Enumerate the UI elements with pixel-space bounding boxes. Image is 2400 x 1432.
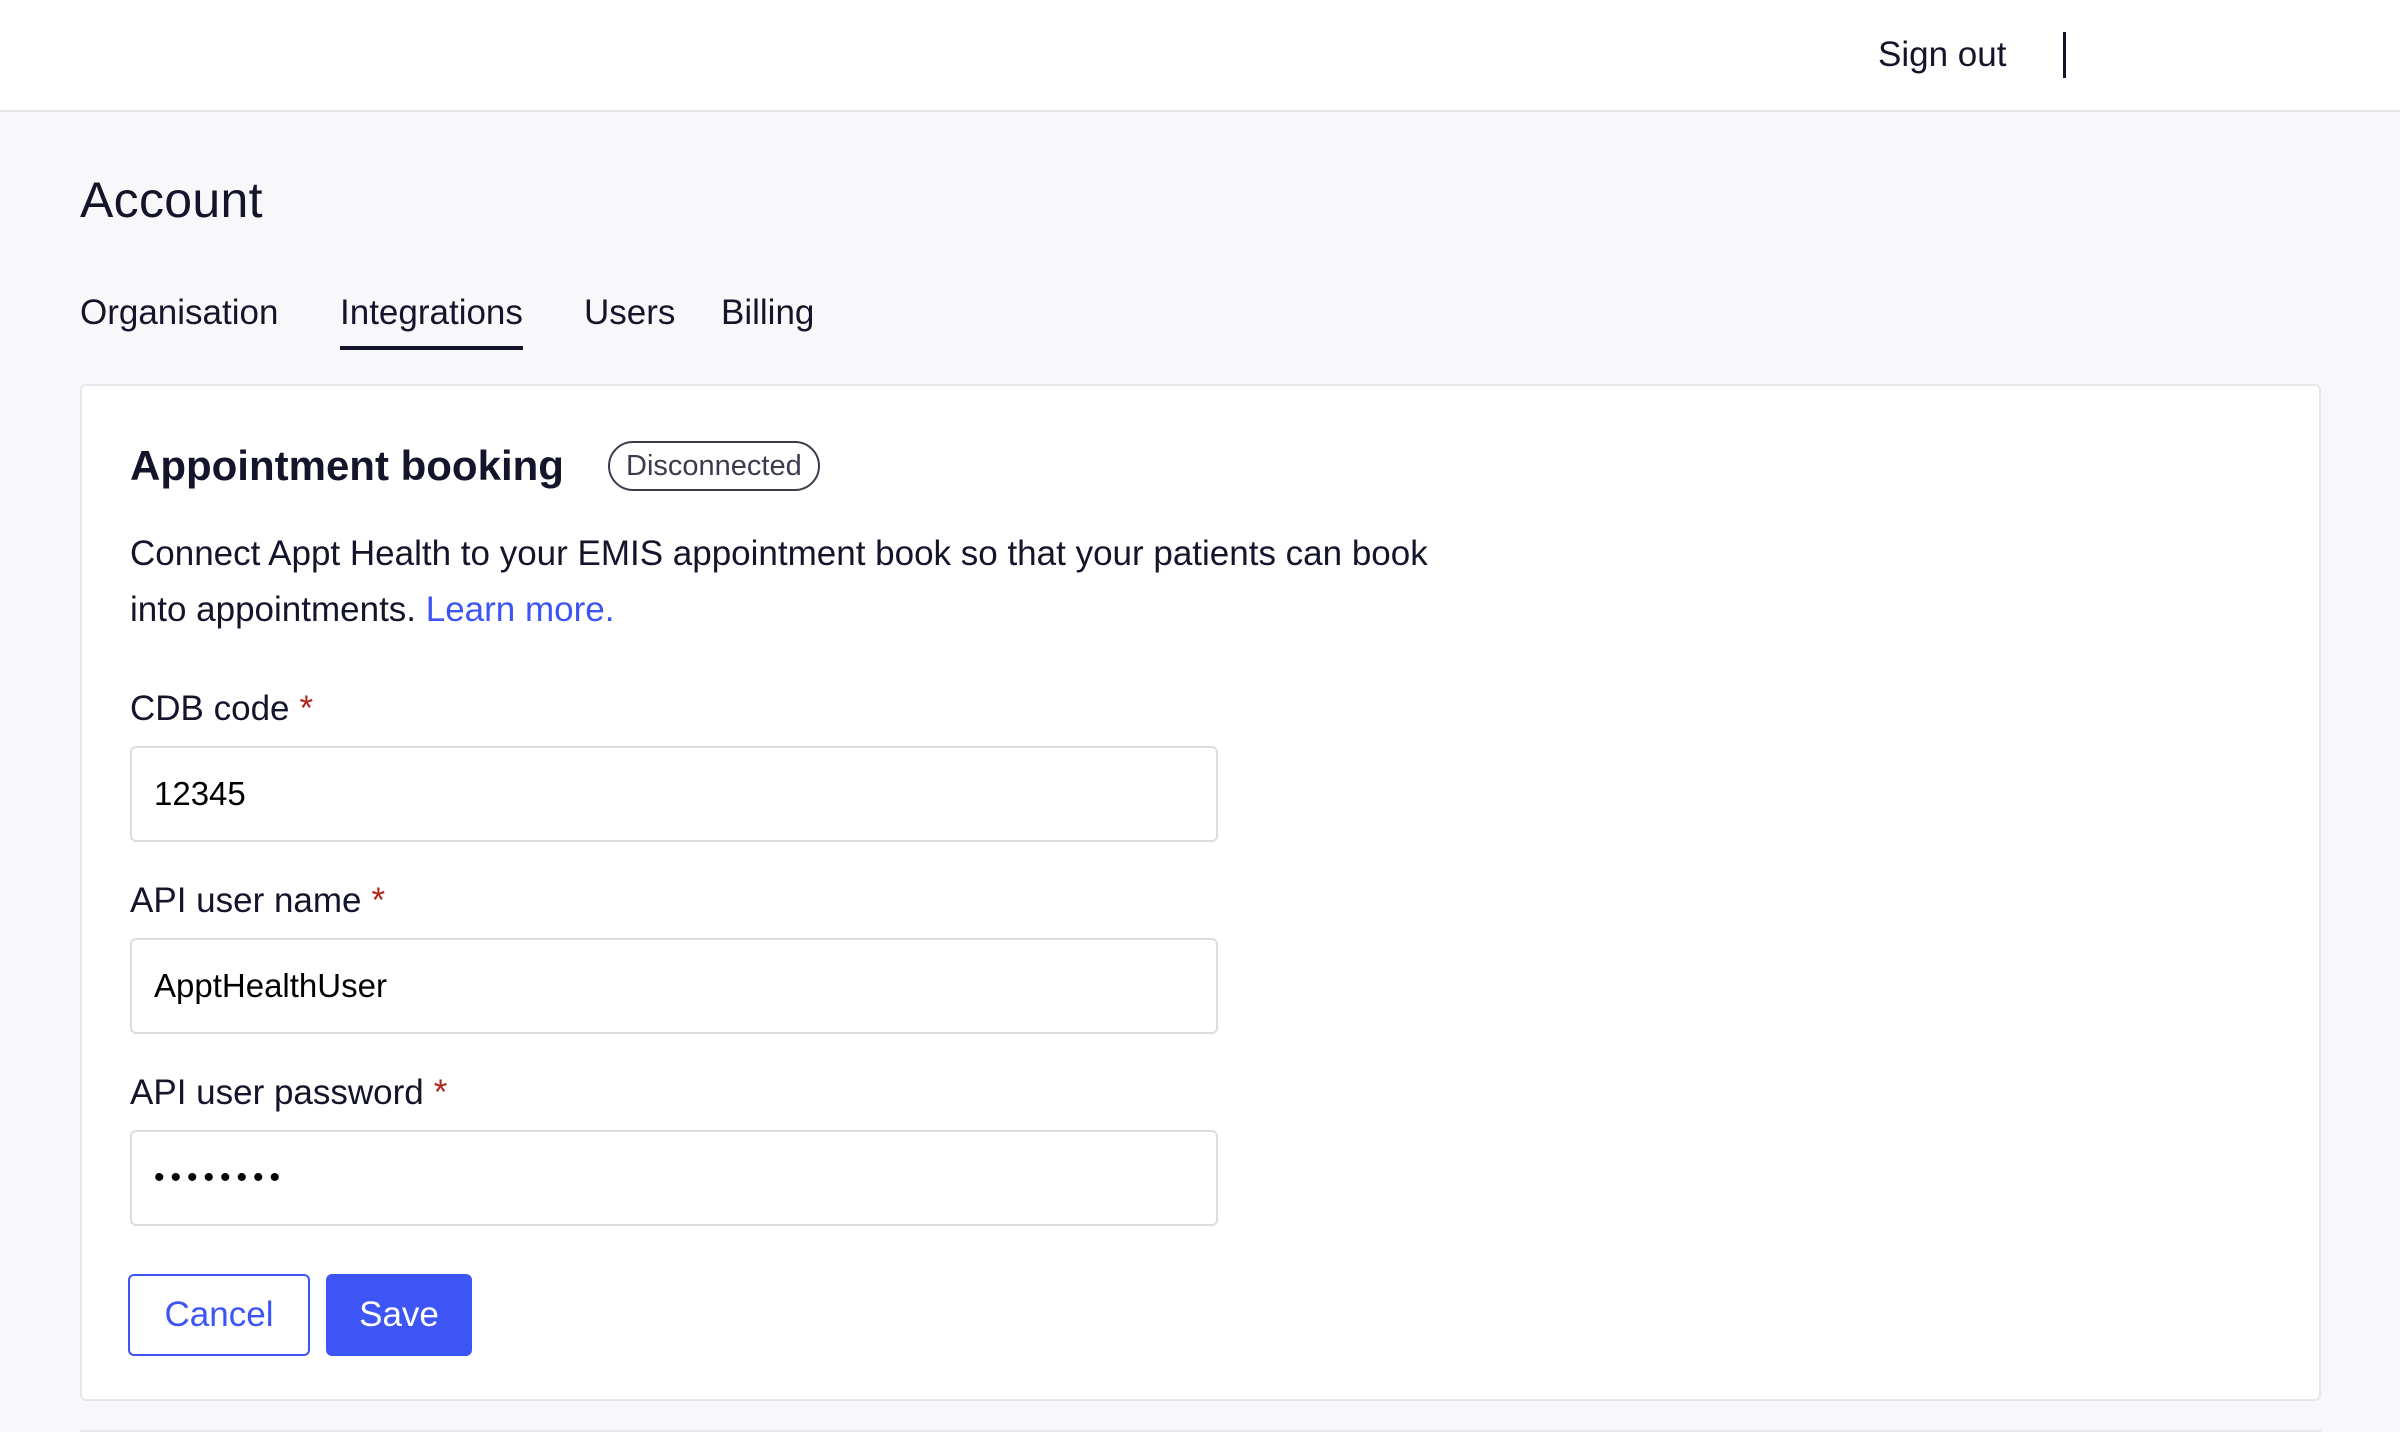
cdb-code-label-text: CDB code [130, 689, 290, 728]
tab-integrations[interactable]: Integrations [340, 288, 523, 354]
cancel-button[interactable]: Cancel [128, 1274, 310, 1356]
cdb-code-label: CDB code * [130, 684, 313, 734]
status-badge: Disconnected [608, 441, 820, 491]
appointment-booking-card: Appointment booking Disconnected Connect… [80, 384, 2321, 1401]
api-user-password-input[interactable] [130, 1130, 1218, 1226]
required-asterisk: * [371, 881, 386, 920]
save-button[interactable]: Save [326, 1274, 472, 1356]
section-title: Appointment booking [130, 442, 564, 489]
api-user-name-input[interactable] [130, 938, 1218, 1034]
api-user-password-label-text: API user password [130, 1073, 424, 1112]
tab-users[interactable]: Users [584, 288, 675, 354]
header-divider [2063, 32, 2066, 78]
account-tabs: Organisation Integrations Users Billing [80, 288, 880, 354]
top-bar: Sign out [0, 0, 2400, 112]
description-text: Connect Appt Health to your EMIS appoint… [130, 534, 1428, 629]
tab-organisation[interactable]: Organisation [80, 288, 278, 354]
api-user-password-label: API user password * [130, 1068, 447, 1118]
api-user-name-label: API user name * [130, 876, 385, 926]
api-user-name-label-text: API user name [130, 881, 362, 920]
tab-billing[interactable]: Billing [721, 288, 814, 354]
learn-more-link[interactable]: Learn more. [426, 590, 615, 629]
sign-out-link[interactable]: Sign out [1878, 30, 2006, 80]
integration-description: Connect Appt Health to your EMIS appoint… [130, 526, 1470, 638]
required-asterisk: * [433, 1073, 448, 1112]
page-title: Account [80, 172, 263, 228]
required-asterisk: * [299, 689, 314, 728]
cdb-code-input[interactable] [130, 746, 1218, 842]
